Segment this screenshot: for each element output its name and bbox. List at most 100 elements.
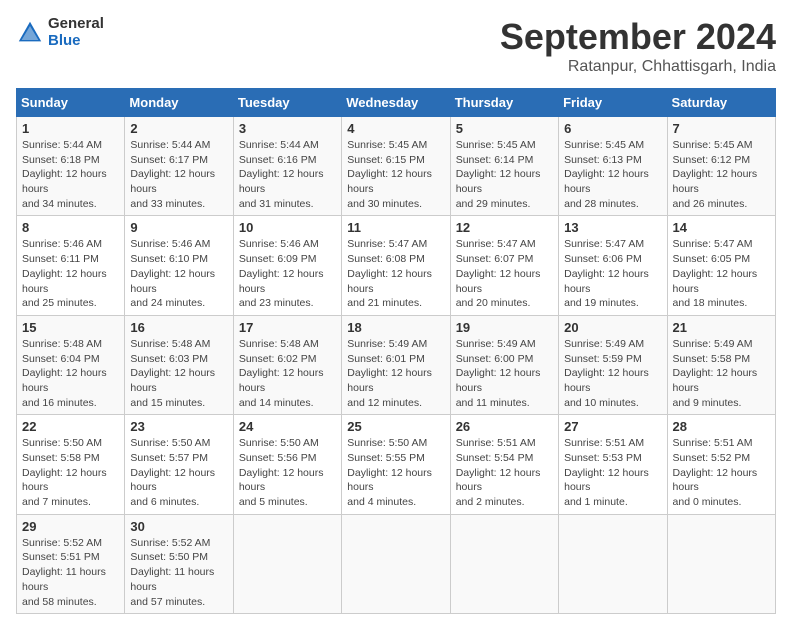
- day-detail: Sunrise: 5:46 AMSunset: 6:09 PMDaylight:…: [239, 237, 336, 310]
- calendar-cell: 2 Sunrise: 5:44 AMSunset: 6:17 PMDayligh…: [125, 117, 233, 216]
- day-number: 12: [456, 220, 553, 235]
- logo-icon: [16, 19, 44, 47]
- day-detail: Sunrise: 5:49 AMSunset: 5:58 PMDaylight:…: [673, 337, 770, 410]
- day-number: 20: [564, 320, 661, 335]
- day-number: 16: [130, 320, 227, 335]
- calendar-cell: 10 Sunrise: 5:46 AMSunset: 6:09 PMDaylig…: [233, 216, 341, 315]
- page-header: General Blue September 2024 Ratanpur, Ch…: [16, 16, 776, 76]
- calendar-cell: 20 Sunrise: 5:49 AMSunset: 5:59 PMDaylig…: [559, 315, 667, 414]
- day-detail: Sunrise: 5:45 AMSunset: 6:12 PMDaylight:…: [673, 138, 770, 211]
- calendar-cell: 30 Sunrise: 5:52 AMSunset: 5:50 PMDaylig…: [125, 514, 233, 613]
- calendar-cell: [233, 514, 341, 613]
- day-number: 6: [564, 121, 661, 136]
- week-row-2: 8 Sunrise: 5:46 AMSunset: 6:11 PMDayligh…: [17, 216, 776, 315]
- calendar-cell: 18 Sunrise: 5:49 AMSunset: 6:01 PMDaylig…: [342, 315, 450, 414]
- day-number: 9: [130, 220, 227, 235]
- calendar-cell: 12 Sunrise: 5:47 AMSunset: 6:07 PMDaylig…: [450, 216, 558, 315]
- day-detail: Sunrise: 5:50 AMSunset: 5:57 PMDaylight:…: [130, 436, 227, 509]
- calendar-cell: 17 Sunrise: 5:48 AMSunset: 6:02 PMDaylig…: [233, 315, 341, 414]
- day-number: 10: [239, 220, 336, 235]
- day-detail: Sunrise: 5:44 AMSunset: 6:16 PMDaylight:…: [239, 138, 336, 211]
- day-detail: Sunrise: 5:46 AMSunset: 6:10 PMDaylight:…: [130, 237, 227, 310]
- day-number: 7: [673, 121, 770, 136]
- day-number: 22: [22, 419, 119, 434]
- calendar-cell: 4 Sunrise: 5:45 AMSunset: 6:15 PMDayligh…: [342, 117, 450, 216]
- calendar-cell: 24 Sunrise: 5:50 AMSunset: 5:56 PMDaylig…: [233, 415, 341, 514]
- day-detail: Sunrise: 5:51 AMSunset: 5:54 PMDaylight:…: [456, 436, 553, 509]
- logo-general: General: [48, 16, 104, 33]
- day-detail: Sunrise: 5:48 AMSunset: 6:02 PMDaylight:…: [239, 337, 336, 410]
- day-number: 28: [673, 419, 770, 434]
- week-row-1: 1 Sunrise: 5:44 AMSunset: 6:18 PMDayligh…: [17, 117, 776, 216]
- day-detail: Sunrise: 5:45 AMSunset: 6:13 PMDaylight:…: [564, 138, 661, 211]
- day-number: 30: [130, 519, 227, 534]
- location-title: Ratanpur, Chhattisgarh, India: [500, 58, 776, 76]
- day-detail: Sunrise: 5:52 AMSunset: 5:51 PMDaylight:…: [22, 536, 119, 609]
- day-number: 11: [347, 220, 444, 235]
- calendar-cell: [342, 514, 450, 613]
- calendar-cell: 13 Sunrise: 5:47 AMSunset: 6:06 PMDaylig…: [559, 216, 667, 315]
- logo-text: General Blue: [48, 16, 104, 49]
- day-number: 24: [239, 419, 336, 434]
- calendar-cell: 5 Sunrise: 5:45 AMSunset: 6:14 PMDayligh…: [450, 117, 558, 216]
- day-detail: Sunrise: 5:52 AMSunset: 5:50 PMDaylight:…: [130, 536, 227, 609]
- calendar-cell: 22 Sunrise: 5:50 AMSunset: 5:58 PMDaylig…: [17, 415, 125, 514]
- day-number: 2: [130, 121, 227, 136]
- calendar-cell: 1 Sunrise: 5:44 AMSunset: 6:18 PMDayligh…: [17, 117, 125, 216]
- logo-blue: Blue: [48, 33, 104, 50]
- day-number: 5: [456, 121, 553, 136]
- day-number: 13: [564, 220, 661, 235]
- day-number: 29: [22, 519, 119, 534]
- calendar-cell: 8 Sunrise: 5:46 AMSunset: 6:11 PMDayligh…: [17, 216, 125, 315]
- logo: General Blue: [16, 16, 104, 49]
- day-detail: Sunrise: 5:46 AMSunset: 6:11 PMDaylight:…: [22, 237, 119, 310]
- day-number: 19: [456, 320, 553, 335]
- calendar-cell: 3 Sunrise: 5:44 AMSunset: 6:16 PMDayligh…: [233, 117, 341, 216]
- calendar-cell: [559, 514, 667, 613]
- calendar-cell: 29 Sunrise: 5:52 AMSunset: 5:51 PMDaylig…: [17, 514, 125, 613]
- days-header-row: Sunday Monday Tuesday Wednesday Thursday…: [17, 89, 776, 117]
- day-number: 18: [347, 320, 444, 335]
- header-saturday: Saturday: [667, 89, 775, 117]
- calendar-cell: 27 Sunrise: 5:51 AMSunset: 5:53 PMDaylig…: [559, 415, 667, 514]
- day-detail: Sunrise: 5:47 AMSunset: 6:05 PMDaylight:…: [673, 237, 770, 310]
- calendar-cell: 7 Sunrise: 5:45 AMSunset: 6:12 PMDayligh…: [667, 117, 775, 216]
- calendar-cell: 25 Sunrise: 5:50 AMSunset: 5:55 PMDaylig…: [342, 415, 450, 514]
- day-detail: Sunrise: 5:50 AMSunset: 5:55 PMDaylight:…: [347, 436, 444, 509]
- day-detail: Sunrise: 5:48 AMSunset: 6:04 PMDaylight:…: [22, 337, 119, 410]
- header-wednesday: Wednesday: [342, 89, 450, 117]
- day-number: 4: [347, 121, 444, 136]
- day-detail: Sunrise: 5:49 AMSunset: 6:00 PMDaylight:…: [456, 337, 553, 410]
- day-detail: Sunrise: 5:44 AMSunset: 6:18 PMDaylight:…: [22, 138, 119, 211]
- calendar-cell: [667, 514, 775, 613]
- calendar-cell: 26 Sunrise: 5:51 AMSunset: 5:54 PMDaylig…: [450, 415, 558, 514]
- day-number: 23: [130, 419, 227, 434]
- day-detail: Sunrise: 5:47 AMSunset: 6:06 PMDaylight:…: [564, 237, 661, 310]
- day-detail: Sunrise: 5:49 AMSunset: 5:59 PMDaylight:…: [564, 337, 661, 410]
- header-sunday: Sunday: [17, 89, 125, 117]
- day-detail: Sunrise: 5:50 AMSunset: 5:58 PMDaylight:…: [22, 436, 119, 509]
- calendar-cell: 19 Sunrise: 5:49 AMSunset: 6:00 PMDaylig…: [450, 315, 558, 414]
- day-number: 8: [22, 220, 119, 235]
- day-number: 21: [673, 320, 770, 335]
- calendar-table: Sunday Monday Tuesday Wednesday Thursday…: [16, 88, 776, 614]
- week-row-5: 29 Sunrise: 5:52 AMSunset: 5:51 PMDaylig…: [17, 514, 776, 613]
- week-row-4: 22 Sunrise: 5:50 AMSunset: 5:58 PMDaylig…: [17, 415, 776, 514]
- calendar-cell: 23 Sunrise: 5:50 AMSunset: 5:57 PMDaylig…: [125, 415, 233, 514]
- day-detail: Sunrise: 5:50 AMSunset: 5:56 PMDaylight:…: [239, 436, 336, 509]
- day-detail: Sunrise: 5:44 AMSunset: 6:17 PMDaylight:…: [130, 138, 227, 211]
- calendar-cell: 14 Sunrise: 5:47 AMSunset: 6:05 PMDaylig…: [667, 216, 775, 315]
- day-number: 3: [239, 121, 336, 136]
- day-detail: Sunrise: 5:47 AMSunset: 6:08 PMDaylight:…: [347, 237, 444, 310]
- title-block: September 2024 Ratanpur, Chhattisgarh, I…: [500, 16, 776, 76]
- calendar-cell: 16 Sunrise: 5:48 AMSunset: 6:03 PMDaylig…: [125, 315, 233, 414]
- day-number: 26: [456, 419, 553, 434]
- day-detail: Sunrise: 5:48 AMSunset: 6:03 PMDaylight:…: [130, 337, 227, 410]
- calendar-cell: [450, 514, 558, 613]
- header-friday: Friday: [559, 89, 667, 117]
- header-tuesday: Tuesday: [233, 89, 341, 117]
- calendar-cell: 6 Sunrise: 5:45 AMSunset: 6:13 PMDayligh…: [559, 117, 667, 216]
- header-monday: Monday: [125, 89, 233, 117]
- calendar-cell: 28 Sunrise: 5:51 AMSunset: 5:52 PMDaylig…: [667, 415, 775, 514]
- day-detail: Sunrise: 5:51 AMSunset: 5:52 PMDaylight:…: [673, 436, 770, 509]
